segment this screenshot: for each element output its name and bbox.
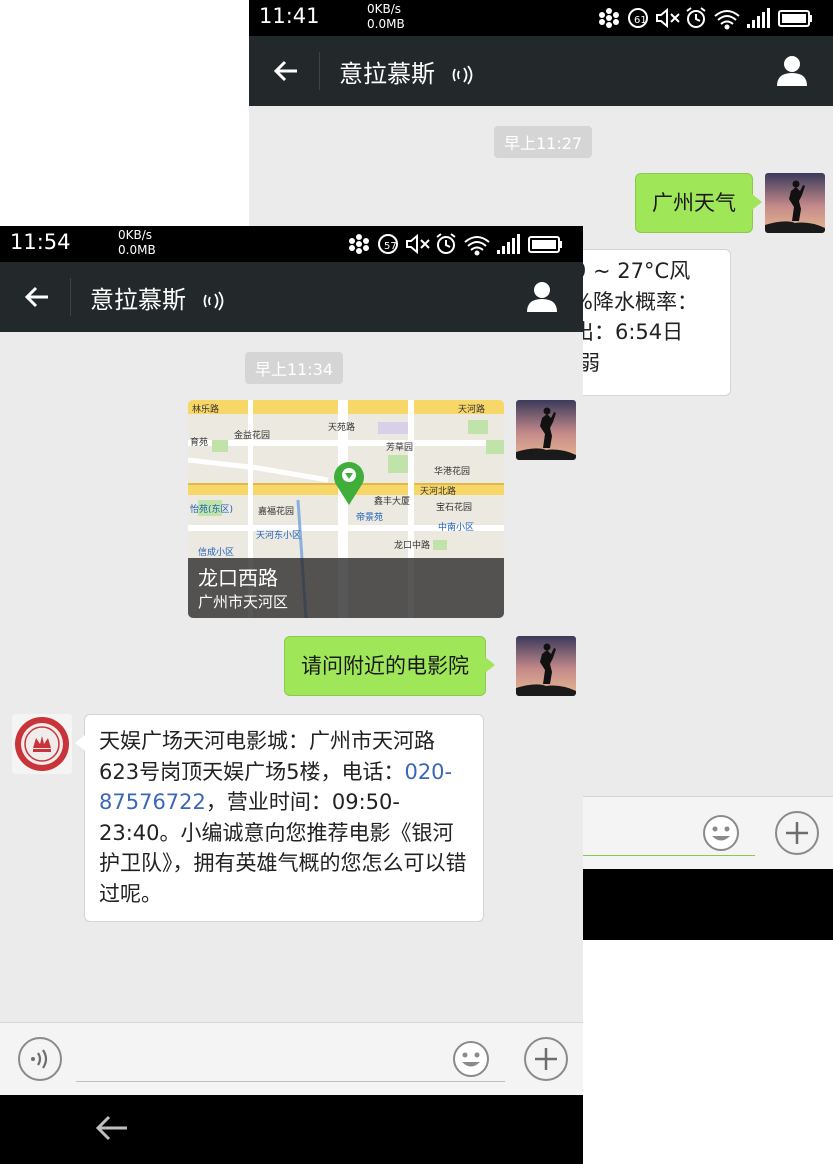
battery-icon [528, 236, 562, 253]
status-icons: 61 [597, 6, 827, 30]
plus-icon[interactable] [775, 811, 819, 855]
network-speed: 0KB/s 0.0MB [118, 228, 156, 257]
status-icons: 57 [347, 232, 577, 256]
alarm-icon [436, 233, 456, 254]
location-message[interactable]: 林乐路 天河路 育苑 芳草园 天河北路 天河东小区 帝景苑 中南小区 信成小区 … [188, 400, 504, 618]
sent-message-bubble[interactable]: 广州天气 [635, 173, 762, 233]
emoji-icon[interactable] [701, 813, 741, 853]
header-divider [319, 52, 320, 90]
map-label: 林乐路 [192, 405, 220, 415]
location-district: 广州市天河区 [198, 593, 289, 611]
map-label: 天河东小区 [256, 531, 302, 541]
network-speed: 0KB/s 0.0MB [367, 2, 405, 31]
location-caption: 龙口西路 广州市天河区 [188, 558, 504, 618]
map-label: 龙口中路 [394, 541, 431, 551]
battery-icon [778, 10, 812, 27]
map-label: 育苑 [190, 438, 209, 448]
wifi-icon [464, 236, 490, 256]
status-bar: 11:54 0KB/s 0.0MB 57 [0, 226, 583, 262]
message-timestamp: 早上11:34 [245, 352, 344, 384]
signal-icon [747, 8, 770, 28]
header-divider [70, 278, 71, 316]
mute-icon [406, 233, 430, 255]
voice-mode-icon [203, 291, 224, 311]
svg-text:61: 61 [634, 15, 647, 26]
wifi-icon [714, 10, 740, 30]
map-label: 鑫丰大厦 [374, 497, 411, 507]
map-label: 信成小区 [198, 548, 235, 558]
navigation-bar [0, 1095, 583, 1164]
message-timestamp: 早上11:27 [494, 126, 593, 158]
status-time: 11:41 [259, 4, 320, 28]
svg-text:57: 57 [384, 241, 397, 252]
emoji-icon[interactable] [451, 1039, 491, 1079]
map-label: 嘉福花园 [258, 507, 295, 517]
location-place: 龙口西路 [198, 566, 278, 590]
user-avatar[interactable] [516, 636, 576, 696]
received-message-bubble[interactable]: 天娱广场天河电影城：广州市天河路623号岗顶天娱广场5楼，电话：020-8757… [75, 714, 484, 922]
map-label: 天苑路 [328, 423, 356, 433]
back-arrow-icon[interactable] [22, 282, 52, 312]
alarm-icon [686, 7, 706, 28]
user-avatar[interactable] [516, 400, 576, 460]
sent-message-bubble[interactable]: 请问附近的电影院 [284, 636, 495, 696]
profile-icon[interactable] [525, 280, 559, 314]
map-label: 帝景苑 [356, 513, 384, 523]
received-message-bubble[interactable]: 9 ~ 27°C风 %降水概率： 出：6:54日 弱 [549, 249, 731, 396]
status-time: 11:54 [10, 230, 71, 254]
map-label: 芳草园 [386, 443, 414, 453]
plus-icon[interactable] [524, 1037, 568, 1081]
voice-mode-icon [452, 65, 473, 85]
keyboard-voice-icon[interactable] [18, 1037, 62, 1081]
chat-header: 意拉慕斯 [0, 262, 583, 332]
map-label: 金益花园 [234, 431, 271, 441]
bluetooth-icon [599, 8, 619, 28]
input-bar [0, 1022, 583, 1095]
nav-back-icon[interactable] [94, 1113, 130, 1143]
map-label: 中南小区 [438, 523, 475, 533]
mute-icon [656, 7, 680, 29]
back-arrow-icon[interactable] [271, 56, 301, 86]
bot-avatar[interactable] [12, 714, 72, 774]
profile-icon[interactable] [775, 54, 809, 88]
bluetooth-icon [349, 234, 369, 254]
map-label: 宝石花园 [436, 503, 473, 513]
chat-header: 意拉慕斯 [249, 36, 833, 106]
user-avatar[interactable] [765, 173, 825, 233]
map-label: 怡苑(东区) [190, 505, 234, 515]
signal-icon [497, 234, 520, 254]
chat-title: 意拉慕斯 [90, 280, 224, 315]
location-pin-icon [334, 462, 364, 505]
reply-text: 天娱广场天河电影城：广州市天河路623号岗顶天娱广场5楼，电话： [99, 729, 435, 784]
status-bar: 11:41 0KB/s 0.0MB 61 [249, 0, 833, 36]
map-label: 天河路 [458, 405, 486, 415]
front-phone-screen: 11:54 0KB/s 0.0MB 57 意拉慕斯 早上11:34 林乐路 天河… [0, 226, 583, 1164]
map-label: 天河北路 [420, 487, 457, 497]
chat-title: 意拉慕斯 [339, 54, 473, 89]
map-label: 华港花园 [434, 467, 471, 477]
message-input[interactable] [76, 1037, 505, 1082]
